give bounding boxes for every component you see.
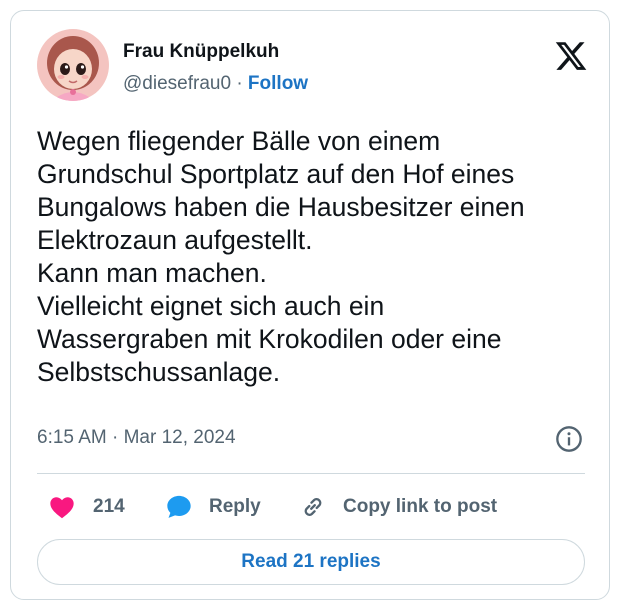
separator: · — [236, 73, 243, 94]
tweet-line: Vielleicht eignet sich auch ein — [37, 291, 385, 321]
avatar[interactable] — [37, 29, 109, 101]
x-logo-icon[interactable] — [553, 39, 589, 73]
read-replies-label: Read 21 replies — [241, 551, 381, 572]
heart-icon — [50, 497, 74, 519]
tweet-card: Frau Knüppelkuh @diesefrau0 · Follow Weg… — [10, 10, 610, 600]
copy-link-button[interactable]: Copy link to post — [299, 485, 497, 529]
action-bar: 214 Reply Copy link to post — [37, 485, 585, 529]
author-handle[interactable]: @diesefrau0 — [123, 73, 231, 94]
tweet-line: Kann man machen. — [37, 258, 267, 288]
author-handle-row: @diesefrau0 · Follow — [123, 73, 308, 95]
reply-label: Reply — [209, 496, 261, 517]
tweet-line: Grundschul Sportplatz auf den Hof eines — [37, 159, 515, 189]
avatar-image — [37, 29, 109, 101]
copy-link-label: Copy link to post — [343, 496, 498, 517]
like-button[interactable]: 214 — [47, 485, 125, 529]
tweet-line: Elektrozaun aufgestellt. — [37, 225, 313, 255]
like-count: 214 — [93, 496, 125, 517]
info-icon[interactable] — [555, 425, 583, 453]
reply-bubble-icon — [167, 495, 191, 518]
tweet-line: Wegen fliegender Bälle von einem — [37, 126, 441, 156]
follow-button[interactable]: Follow — [248, 73, 308, 94]
tweet-line: Bungalows haben die Hausbesitzer einen — [37, 192, 525, 222]
reply-button[interactable]: Reply — [165, 485, 261, 529]
author-name[interactable]: Frau Knüppelkuh — [123, 41, 279, 63]
link-icon — [304, 498, 322, 516]
divider — [37, 473, 585, 474]
tweet-line: Wassergraben mit Krokodilen oder eine — [37, 324, 502, 354]
tweet-timestamp[interactable]: 6:15 AM · Mar 12, 2024 — [37, 427, 236, 449]
tweet-line: Selbstschussanlage. — [37, 357, 281, 387]
tweet-text: Wegen fliegender Bälle von einem Grundsc… — [37, 125, 597, 389]
read-replies-button[interactable]: Read 21 replies — [37, 539, 585, 585]
